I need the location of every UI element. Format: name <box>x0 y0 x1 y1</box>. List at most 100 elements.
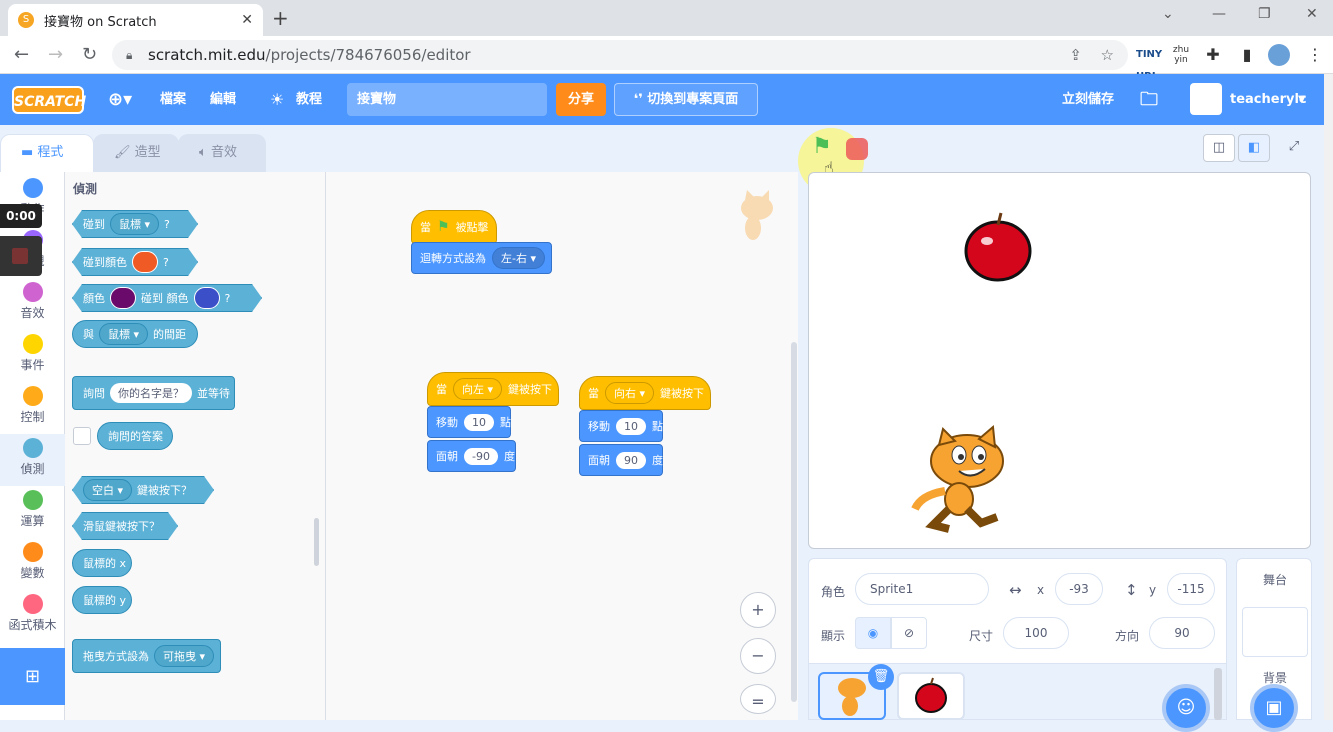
distance-to-block[interactable]: 與 鼠標 ▾ 的間距 <box>72 320 198 348</box>
minimize-icon[interactable]: — <box>1212 6 1226 22</box>
code-workspace[interactable]: 當 ⚑ 被點擊 迴轉方式設為 左-右 ▾ 當 向左 ▾ 鍵被按下 移動 10 點… <box>326 172 798 720</box>
fullscreen-button[interactable]: ⤢ <box>1278 134 1310 162</box>
zoom-out-button[interactable]: − <box>740 638 776 674</box>
edit-menu[interactable]: 編輯 <box>210 74 236 125</box>
size-input[interactable]: 100 <box>1003 617 1069 649</box>
workspace-scrollbar[interactable] <box>791 342 797 702</box>
share-page-icon[interactable]: ⇪ <box>1069 40 1082 70</box>
file-menu[interactable]: 檔案 <box>160 74 186 125</box>
zhuyin-extension-icon[interactable]: zhu yin <box>1170 44 1192 66</box>
side-panel-icon[interactable]: ▮ <box>1236 44 1258 66</box>
point-direction-block-right[interactable]: 面朝 90 度 <box>579 444 663 476</box>
touching-block[interactable]: 碰到 鼠標 ▾ ? <box>72 210 198 238</box>
when-flag-clicked-hat[interactable]: 當 ⚑ 被點擊 <box>411 210 497 244</box>
user-avatar[interactable] <box>1190 83 1222 115</box>
language-globe-icon[interactable]: ⊕▾ <box>108 74 132 125</box>
tinyurl-extension-icon[interactable]: TINY URL <box>1136 44 1162 82</box>
restore-icon[interactable]: ❐ <box>1258 6 1271 22</box>
choose-sprite-button[interactable]: ☺ <box>1162 684 1210 732</box>
share-button[interactable]: 分享 <box>556 83 606 116</box>
recording-stop-button[interactable] <box>0 236 42 276</box>
direction-input[interactable]: 90 <box>616 451 646 469</box>
mouse-down-block[interactable]: 滑鼠鍵被按下？ <box>72 512 178 540</box>
zoom-reset-button[interactable]: = <box>740 684 776 714</box>
add-extension-button[interactable]: ⊞ <box>0 648 65 705</box>
color-picker[interactable] <box>194 287 220 309</box>
green-flag-button[interactable]: ⚑ <box>812 134 832 159</box>
save-now-button[interactable]: 立刻儲存 <box>1062 74 1114 125</box>
ask-and-wait-block[interactable]: 詢問 你的名字是？ 並等待 <box>72 376 235 410</box>
tab-sounds[interactable]: 🔈︎ 音效 <box>178 134 266 172</box>
choose-backdrop-button[interactable]: ▣ <box>1250 684 1298 732</box>
drag-mode-dropdown[interactable]: 可拖曳 ▾ <box>154 645 215 667</box>
key-dropdown[interactable]: 空白 ▾ <box>83 479 132 501</box>
bookmark-star-icon[interactable]: ☆ <box>1101 40 1114 70</box>
category-sensing[interactable]: 偵測 <box>0 434 65 486</box>
steps-input[interactable]: 10 <box>464 413 494 431</box>
mouse-y-reporter[interactable]: 鼠標的 y <box>72 586 132 614</box>
tab-code[interactable]: ▬ 程式 <box>0 134 94 173</box>
move-steps-block-left[interactable]: 移動 10 點 <box>427 406 511 438</box>
tutorials-menu[interactable]: 教程 <box>296 74 322 125</box>
zoom-in-button[interactable]: + <box>740 592 776 628</box>
color-touching-color-block[interactable]: 顏色 碰到 顏色 ? <box>72 284 262 312</box>
set-rotation-style-block[interactable]: 迴轉方式設為 左-右 ▾ <box>411 242 552 274</box>
forward-arrow-icon[interactable]: → <box>48 44 63 65</box>
category-control[interactable]: 控制 <box>0 386 65 425</box>
steps-input[interactable]: 10 <box>616 417 646 435</box>
stop-sign-button[interactable] <box>846 138 868 160</box>
ask-question-input[interactable]: 你的名字是？ <box>110 383 192 403</box>
point-direction-block-left[interactable]: 面朝 -90 度 <box>427 440 516 472</box>
username-menu[interactable]: teacherylc <box>1230 74 1307 125</box>
back-arrow-icon[interactable]: ← <box>14 44 29 65</box>
category-events[interactable]: 事件 <box>0 334 65 373</box>
tab-costumes[interactable]: 🖌︎ 造型 <box>93 134 179 172</box>
key-left-dropdown[interactable]: 向左 ▾ <box>453 378 503 400</box>
when-key-pressed-hat-left[interactable]: 當 向左 ▾ 鍵被按下 <box>427 372 559 406</box>
stage-thumbnail[interactable] <box>1242 607 1308 657</box>
reload-icon[interactable]: ↻ <box>82 44 97 65</box>
when-key-pressed-hat-right[interactable]: 當 向右 ▾ 鍵被按下 <box>579 376 711 410</box>
delete-sprite-trash-icon[interactable]: 🗑︎ <box>868 664 894 690</box>
key-pressed-block[interactable]: 空白 ▾ 鍵被按下？ <box>72 476 214 504</box>
sprite-thumb-apple[interactable] <box>897 672 965 720</box>
sprite-name-input[interactable]: Sprite1 <box>855 573 989 605</box>
tab-search-chevron-icon[interactable]: ⌄ <box>1162 6 1174 22</box>
small-stage-button[interactable]: ◫ <box>1203 134 1235 162</box>
rotation-style-dropdown[interactable]: 左-右 ▾ <box>492 247 546 269</box>
browser-menu-icon[interactable]: ⋮ <box>1304 44 1326 66</box>
touching-target-dropdown[interactable]: 鼠標 ▾ <box>110 213 159 235</box>
category-variables[interactable]: 變數 <box>0 542 65 581</box>
profile-avatar-icon[interactable] <box>1268 44 1290 66</box>
tab-close-icon[interactable]: ✕ <box>241 12 253 28</box>
cat-sprite[interactable] <box>909 425 1017 535</box>
distance-target-dropdown[interactable]: 鼠標 ▾ <box>99 323 149 345</box>
y-position-input[interactable]: -115 <box>1167 573 1215 605</box>
show-sprite-toggle[interactable]: ◉ <box>855 617 891 649</box>
see-project-page-button[interactable]: ❛❜ 切換到專案頁面 <box>614 83 758 116</box>
key-right-dropdown[interactable]: 向右 ▾ <box>605 382 655 404</box>
stage-canvas[interactable] <box>808 172 1311 549</box>
direction-input[interactable]: -90 <box>464 447 498 465</box>
category-sound[interactable]: 音效 <box>0 282 65 321</box>
page-scrollbar[interactable] <box>1324 74 1333 720</box>
account-caret-icon[interactable]: ▼ <box>1298 74 1306 125</box>
new-tab-button[interactable]: + <box>272 6 289 30</box>
browser-tab[interactable]: S 接寶物 on Scratch ✕ <box>8 4 263 36</box>
color-picker[interactable] <box>132 251 158 273</box>
scratch-logo[interactable]: SCRATCH <box>12 86 86 114</box>
touching-color-block[interactable]: 碰到顏色 ? <box>72 248 198 276</box>
palette-scrollbar[interactable] <box>314 518 319 566</box>
project-title-input[interactable]: 接寶物 <box>347 83 547 116</box>
my-stuff-folder-icon[interactable]: 🗀 <box>1140 74 1158 125</box>
answer-monitor-checkbox[interactable] <box>73 427 91 445</box>
url-field[interactable]: 🔒︎ scratch.mit.edu/projects/784676056/ed… <box>112 40 1128 70</box>
color-picker[interactable] <box>110 287 136 309</box>
direction-input[interactable]: 90 <box>1149 617 1215 649</box>
hide-sprite-toggle[interactable]: ⊘ <box>891 617 927 649</box>
extensions-puzzle-icon[interactable]: ✚ <box>1202 44 1224 66</box>
mouse-x-reporter[interactable]: 鼠標的 x <box>72 549 132 577</box>
category-operators[interactable]: 運算 <box>0 490 65 529</box>
large-stage-button[interactable]: ◧ <box>1238 134 1270 162</box>
category-my-blocks[interactable]: 函式積木 <box>0 594 65 633</box>
